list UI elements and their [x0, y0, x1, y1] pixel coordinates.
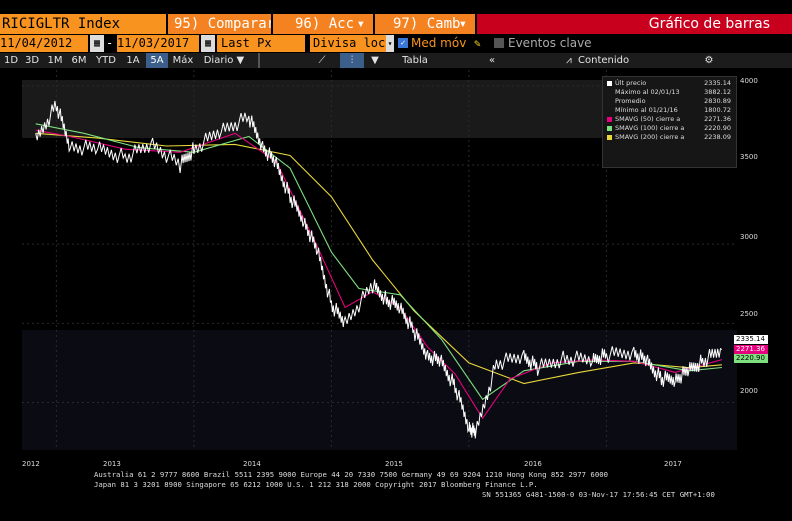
y-tick-2500: 2500 — [740, 310, 758, 318]
command-bar: RICIGLTR Index 95) Comparar 96) Acc ▾ 97)… — [0, 14, 792, 34]
legend-swatch — [607, 80, 612, 86]
period-1m[interactable]: 1M — [44, 53, 66, 68]
date-separator: - — [106, 36, 114, 50]
compare-button[interactable]: 95) Comparar — [168, 14, 271, 34]
top-strip — [0, 0, 792, 14]
events-checkbox[interactable] — [494, 38, 504, 48]
x-tick-2017: 2017 — [664, 460, 682, 468]
legend-swatch — [607, 99, 612, 104]
moving-avg-checkbox[interactable]: ✓ — [398, 38, 408, 48]
period-ytd[interactable]: YTD — [92, 53, 120, 68]
collapse-icon[interactable]: « — [482, 53, 502, 68]
band-lower — [22, 330, 737, 450]
legend-label-sma200: SMAVG (200) cierre a — [615, 133, 685, 141]
period-5a[interactable]: 5A — [146, 53, 168, 68]
x-tick-2013: 2013 — [103, 460, 121, 468]
legend-label-avg: Promedio — [615, 97, 646, 105]
change-label: 97) Camb — [393, 16, 461, 32]
legend-label-sma100: SMAVG (100) cierre a — [615, 124, 685, 132]
pencil-icon[interactable]: ✎ — [474, 35, 488, 52]
legend-swatch — [607, 116, 612, 122]
footer-phones: Australia 61 2 9777 8600 Brazil 5511 239… — [94, 470, 608, 479]
bar-chart-icon[interactable]: ⫶ — [340, 53, 364, 68]
moving-avg-label: Med móv — [411, 36, 467, 50]
legend-label-max: Máximo al 02/01/13 — [615, 88, 680, 96]
legend-value-min: 1800.72 — [704, 106, 731, 114]
y-tick-4000: 4000 — [740, 77, 758, 85]
period-1a[interactable]: 1A — [122, 53, 144, 68]
legend-swatch — [607, 90, 612, 95]
frequency-label: Diario — [203, 55, 234, 66]
chart-legend[interactable]: Últ precio 2335.14 Máximo al 02/01/13 3882… — [602, 76, 737, 168]
toolbar: 1D 3D 1M 6M YTD 1A 5A Máx Diario ▼ ⟋ ⫶ ▼… — [0, 53, 792, 68]
actions-label: 96) Acc — [295, 16, 355, 32]
x-tick-2016: 2016 — [524, 460, 542, 468]
sma100-tag: 2220.90 — [734, 354, 768, 363]
legend-value-sma200: 2238.09 — [704, 133, 731, 141]
legend-swatch — [607, 134, 612, 140]
sma50-tag: 2271.36 — [734, 345, 768, 354]
y-tick-3500: 3500 — [740, 153, 758, 161]
table-button[interactable]: Tabla — [398, 53, 432, 68]
last-price-tag: 2335.14 — [734, 335, 768, 344]
chevron-down-icon: ▾ — [458, 16, 467, 32]
chevron-down-icon[interactable]: ▼ — [368, 53, 382, 68]
y-tick-3000: 3000 — [740, 233, 758, 241]
page-title: Gráfico de barras — [477, 14, 792, 34]
legend-label-min: Mínimo al 01/21/16 — [615, 106, 678, 114]
legend-value-last: 2335.14 — [704, 79, 731, 87]
content-icon: ⩘ — [566, 55, 572, 66]
line-chart-icon[interactable]: ⟋ — [310, 53, 334, 68]
period-3d[interactable]: 3D — [22, 53, 42, 68]
field-select[interactable]: Last Px — [217, 35, 305, 52]
legend-value-sma100: 2220.90 — [704, 124, 731, 132]
footer-session: SN 551365 G481-1500-0 03-Nov-17 17:56:45… — [482, 490, 715, 499]
legend-value-avg: 2830.89 — [704, 97, 731, 105]
footer-copyright: Japan 81 3 3201 8900 Singapore 65 6212 1… — [94, 480, 538, 489]
period-max[interactable]: Máx — [170, 53, 196, 68]
end-date-field[interactable]: 11/03/2017 — [117, 35, 199, 52]
events-label: Eventos clave — [508, 36, 592, 50]
chevron-down-icon: ▼ — [236, 55, 245, 66]
legend-swatch — [607, 108, 612, 113]
legend-value-sma50: 2271.36 — [704, 115, 731, 123]
change-menu[interactable]: 97) Camb ▾ — [375, 14, 475, 34]
chevron-down-icon[interactable]: ▾ — [386, 35, 394, 52]
start-date-field[interactable]: 11/04/2012 — [0, 35, 88, 52]
legend-value-max: 3882.12 — [704, 88, 731, 96]
currency-select[interactable]: Divisa loca — [310, 35, 386, 52]
period-6m[interactable]: 6M — [68, 53, 90, 68]
chevron-down-icon: ▾ — [356, 16, 365, 32]
y-tick-2000: 2000 — [740, 387, 758, 395]
legend-swatch — [607, 125, 612, 131]
frequency-select[interactable]: Diario ▼ — [198, 53, 250, 68]
calendar-icon[interactable]: ▦ — [90, 35, 104, 52]
x-tick-2012: 2012 — [22, 460, 40, 468]
content-button[interactable]: Contenido — [578, 53, 638, 68]
calendar-icon[interactable]: ▦ — [201, 35, 215, 52]
period-1d[interactable]: 1D — [2, 53, 20, 68]
gear-icon[interactable]: ⚙ — [700, 53, 718, 68]
x-tick-2015: 2015 — [385, 460, 403, 468]
legend-label-sma50: SMAVG (50) cierre a — [615, 115, 681, 123]
legend-label-last: Últ precio — [615, 79, 647, 87]
x-tick-2014: 2014 — [243, 460, 261, 468]
actions-menu[interactable]: 96) Acc ▾ — [273, 14, 373, 34]
date-range-bar: 11/04/2012 ▦ - 11/03/2017 ▦ Last Px Divi… — [0, 35, 792, 52]
divider — [258, 53, 260, 68]
ticker-field[interactable]: RICIGLTR Index — [0, 14, 166, 34]
